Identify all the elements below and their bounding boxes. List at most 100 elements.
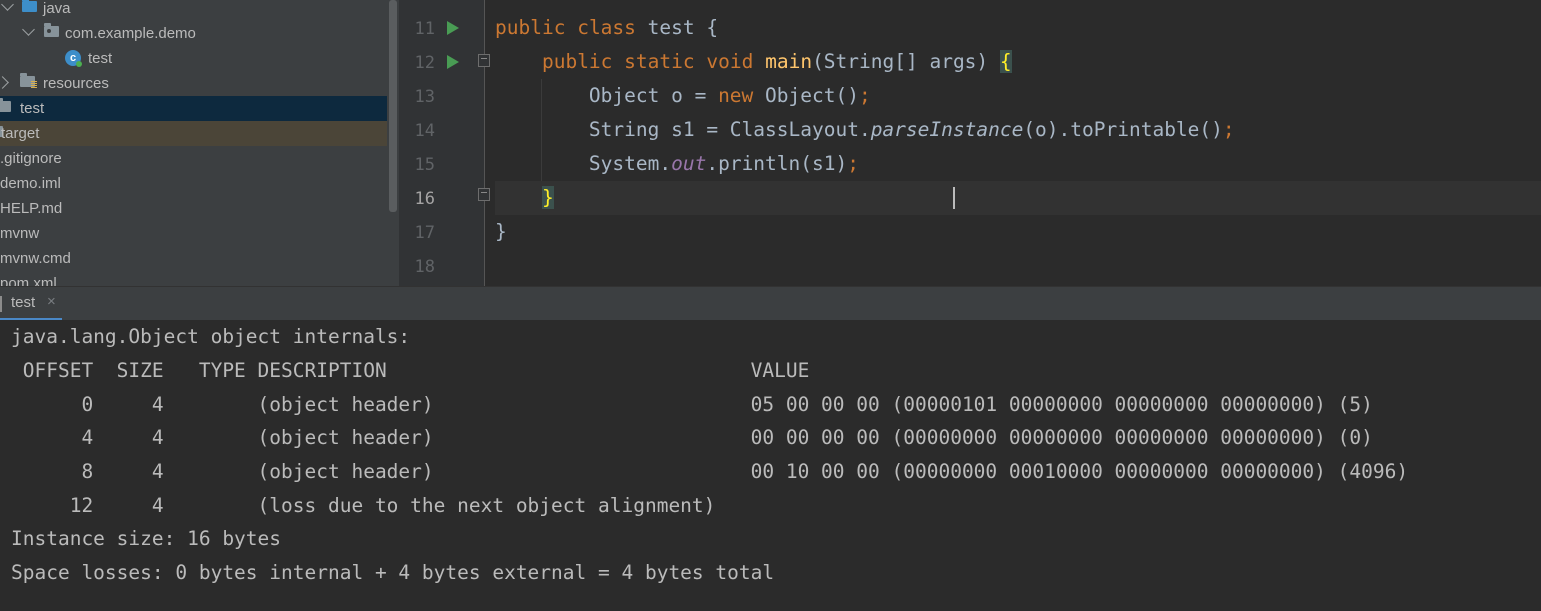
- run-tool-window-header: test ×: [0, 286, 1541, 321]
- semicolon: ;: [1222, 118, 1235, 141]
- code-line-12[interactable]: public static void main(String[] args) {: [495, 45, 1541, 79]
- console-line: 8 4 (object header) 00 10 00 00 (0000000…: [11, 460, 1409, 483]
- line-number: 15: [414, 155, 435, 175]
- tree-item-help-md[interactable]: HELP.md: [0, 196, 387, 221]
- tree-item-gitignore[interactable]: .gitignore: [0, 146, 387, 171]
- code-text: Object o =: [588, 84, 719, 107]
- tree-item-label: .gitignore: [0, 150, 62, 167]
- tab-edge: [0, 296, 2, 312]
- code-line-16[interactable]: }: [495, 181, 1541, 215]
- semicolon: ;: [847, 152, 859, 175]
- run-icon[interactable]: [447, 21, 459, 35]
- tree-item-resources[interactable]: resources: [0, 71, 387, 96]
- code-line-13[interactable]: Object o = new Object();: [495, 79, 1541, 113]
- tree-item-label: mvnw: [0, 225, 40, 242]
- gutter-line: 17: [399, 215, 485, 249]
- code-line-17[interactable]: }: [495, 215, 1541, 249]
- keyword: void: [706, 50, 754, 73]
- code-line-11[interactable]: public class test {: [495, 11, 1541, 45]
- run-icon[interactable]: [447, 55, 459, 69]
- gutter-line: 11: [399, 11, 485, 45]
- code-text: .println(s1): [706, 152, 848, 175]
- matched-brace: }: [541, 186, 554, 209]
- tree-item-label: java: [43, 0, 71, 17]
- console-output[interactable]: java.lang.Object object internals: OFFSE…: [0, 320, 1541, 611]
- line-number: 13: [414, 87, 435, 107]
- console-line: 4 4 (object header) 00 00 00 00 (0000000…: [11, 426, 1373, 449]
- code-text: Object(): [753, 84, 859, 107]
- chevron-down-icon[interactable]: [1, 0, 14, 11]
- code-text: test {: [647, 16, 719, 39]
- gutter-line: 15: [399, 147, 485, 181]
- folder-icon: [22, 0, 37, 12]
- matched-brace: {: [999, 50, 1012, 73]
- static-method: parseInstance: [870, 118, 1024, 141]
- tree-item-label: pom.xml: [0, 275, 57, 286]
- gutter-line: 18: [399, 249, 485, 283]
- tree-item-mvnw[interactable]: mvnw: [0, 221, 387, 246]
- line-number: 14: [414, 121, 435, 141]
- gutter-line: 13: [399, 79, 485, 113]
- project-tree[interactable]: java com.example.demo c test resources t…: [0, 0, 399, 286]
- tree-scrollbar-thumb[interactable]: [389, 0, 397, 212]
- code-text: (o).toPrintable(): [1023, 118, 1223, 141]
- keyword: public: [541, 50, 613, 73]
- console-line: 12 4 (loss due to the next object alignm…: [11, 494, 716, 517]
- line-number: 12: [414, 53, 435, 73]
- code-line-14[interactable]: String s1 = ClassLayout.parseInstance(o)…: [495, 113, 1541, 147]
- line-number: 18: [414, 257, 435, 277]
- tab-run-test[interactable]: test ×: [0, 287, 62, 321]
- code-line-15[interactable]: System.out.println(s1);: [495, 147, 1541, 181]
- ide-window: java com.example.demo c test resources t…: [0, 0, 1541, 611]
- keyword: new: [718, 84, 754, 107]
- code-editor[interactable]: 11 12 13 14 15 16 17 18 public class tes…: [399, 0, 1541, 286]
- console-line: OFFSET SIZE TYPE DESCRIPTION VALUE: [11, 359, 810, 382]
- tree-item-target[interactable]: target: [0, 121, 387, 146]
- resources-folder-icon: [20, 73, 37, 88]
- close-icon[interactable]: ×: [47, 293, 56, 310]
- keyword: public: [495, 16, 566, 39]
- tree-item-label: test: [88, 50, 113, 67]
- console-line: Instance size: 16 bytes: [11, 527, 282, 550]
- tree-item-package[interactable]: com.example.demo: [0, 21, 387, 46]
- gutter-divider: [484, 0, 485, 286]
- tree-item-test-class[interactable]: c test: [0, 46, 387, 71]
- code-text: (String[] args): [812, 50, 1000, 73]
- tree-item-label: mvnw.cmd: [0, 250, 71, 267]
- code-line-18[interactable]: [495, 249, 1541, 283]
- text-caret: [953, 187, 955, 209]
- java-class-icon: c: [65, 50, 82, 67]
- console-line: 0 4 (object header) 05 00 00 00 (0000010…: [11, 393, 1373, 416]
- semicolon: ;: [858, 84, 871, 107]
- static-field: out: [671, 152, 707, 175]
- tree-item-java[interactable]: java: [0, 0, 387, 21]
- fold-icon[interactable]: [478, 188, 490, 201]
- tree-item-mvnw-cmd[interactable]: mvnw.cmd: [0, 246, 387, 271]
- fold-icon[interactable]: [478, 54, 490, 67]
- tree-item-label: target: [1, 125, 40, 142]
- code-text: }: [495, 220, 507, 243]
- keyword: class: [577, 16, 636, 39]
- method-name: main: [765, 50, 813, 73]
- console-line: Space losses: 0 bytes internal + 4 bytes…: [11, 561, 775, 584]
- gutter-line: 16: [399, 181, 485, 215]
- folder-icon: [0, 98, 11, 112]
- tree-item-label: resources: [43, 75, 109, 92]
- line-number-active: 16: [414, 189, 435, 209]
- chevron-right-icon[interactable]: [0, 76, 9, 89]
- keyword: static: [624, 50, 695, 73]
- tab-label: test: [11, 294, 36, 311]
- tree-item-pom-xml[interactable]: pom.xml: [0, 271, 387, 286]
- console-line: java.lang.Object object internals:: [11, 325, 411, 348]
- chevron-down-icon[interactable]: [22, 23, 35, 36]
- tree-item-label: HELP.md: [0, 200, 63, 217]
- package-icon: [44, 23, 59, 37]
- gutter-line: 12: [399, 45, 485, 79]
- tree-item-label: demo.iml: [0, 175, 61, 192]
- line-number: 11: [414, 19, 435, 39]
- gutter-line: 14: [399, 113, 485, 147]
- code-text: System.: [588, 152, 672, 175]
- tree-item-label: com.example.demo: [65, 25, 196, 42]
- tree-item-demo-iml[interactable]: demo.iml: [0, 171, 387, 196]
- tree-item-test-folder[interactable]: test: [0, 96, 387, 121]
